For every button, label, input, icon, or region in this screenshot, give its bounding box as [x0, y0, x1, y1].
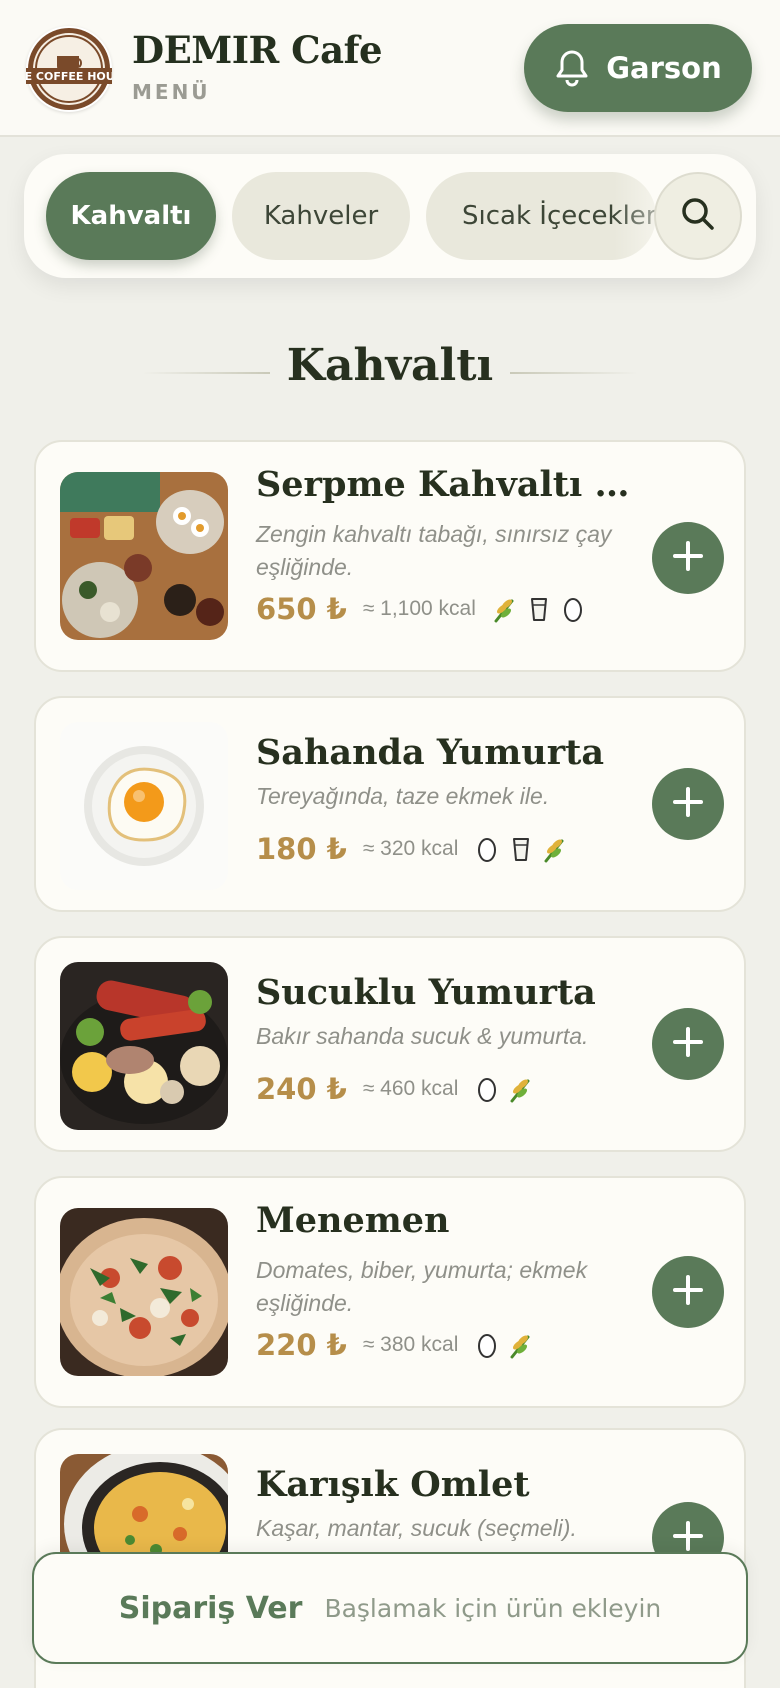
- wheat-icon: [542, 835, 568, 863]
- order-hint: Başlamak için ürün ekleyin: [324, 1593, 662, 1623]
- plus-icon: [671, 539, 705, 577]
- add-to-order-button[interactable]: [652, 522, 724, 594]
- item-meta: 240 ₺ ≈ 460 kcal: [256, 1072, 534, 1106]
- brand-subtitle: MENÜ: [132, 80, 211, 104]
- item-description: Kaşar, mantar, sucuk (seçmeli).: [256, 1515, 577, 1541]
- item-image: [60, 962, 228, 1130]
- item-meta: 650 ₺ ≈ 1,100 kcal: [256, 592, 586, 626]
- egg-icon: [474, 835, 500, 863]
- item-image: [60, 472, 228, 640]
- bell-icon: [554, 49, 590, 87]
- category-tab-kahvalti[interactable]: Kahvaltı: [46, 172, 216, 260]
- svg-text:THE COFFEE HOUSE: THE COFFEE HOUSE: [26, 70, 112, 83]
- item-price: 650 ₺: [256, 592, 347, 626]
- item-name: Karışık Omlet: [256, 1464, 530, 1505]
- call-waiter-label: Garson: [606, 51, 722, 85]
- wheat-icon: [508, 1075, 534, 1103]
- menu-item-card[interactable]: Serpme Kahvaltı (2 Kişilik) Zengin kahva…: [34, 440, 746, 672]
- allergen-list: [474, 1331, 534, 1359]
- wheat-icon: [508, 1331, 534, 1359]
- cafe-logo: THE COFFEE HOUSE: [26, 26, 112, 112]
- allergen-list: [492, 595, 586, 623]
- item-price: 240 ₺: [256, 1072, 347, 1106]
- item-price: 180 ₺: [256, 832, 347, 866]
- section-divider-right: [510, 372, 638, 374]
- app-header: THE COFFEE HOUSE DEMIR Cafe MENÜ Garson: [0, 0, 780, 137]
- wheat-icon: [492, 595, 518, 623]
- item-description: Tereyağında, taze ekmek ile.: [256, 783, 550, 809]
- plus-icon: [671, 1025, 705, 1063]
- plus-icon: [671, 785, 705, 823]
- place-order-label: Sipariş Ver: [118, 1590, 303, 1626]
- item-meta: 180 ₺ ≈ 320 kcal: [256, 832, 568, 866]
- egg-icon: [474, 1075, 500, 1103]
- item-image: [60, 1208, 228, 1376]
- menu-item-card[interactable]: Menemen Domates, biber, yumurta; ekmek e…: [34, 1176, 746, 1408]
- milk-icon: [508, 835, 534, 863]
- brand-title: DEMIR Cafe: [132, 28, 383, 72]
- egg-icon: [474, 1331, 500, 1359]
- section-title: Kahvaltı: [286, 340, 494, 391]
- category-tab-kahveler[interactable]: Kahveler: [232, 172, 410, 260]
- search-icon: [678, 194, 718, 238]
- item-calories: ≈ 1,100 kcal: [362, 597, 476, 620]
- add-to-order-button[interactable]: [652, 768, 724, 840]
- item-description: Bakır sahanda sucuk & yumurta.: [256, 1023, 589, 1049]
- place-order-bar[interactable]: Sipariş Ver Başlamak için ürün ekleyin: [32, 1552, 748, 1664]
- item-name: Sahanda Yumurta: [256, 732, 605, 773]
- item-description: Zengin kahvaltı tabağı, sınırsız çay eşl…: [256, 521, 612, 580]
- item-calories: ≈ 320 kcal: [362, 837, 459, 860]
- item-image: [60, 722, 228, 890]
- item-name: Serpme Kahvaltı (2 Kişilik): [256, 464, 636, 505]
- add-to-order-button[interactable]: [652, 1008, 724, 1080]
- category-bar: Kahvaltı Kahveler Sıcak İçecekler: [24, 154, 756, 278]
- add-to-order-button[interactable]: [652, 1256, 724, 1328]
- item-name: Menemen: [256, 1200, 450, 1241]
- menu-item-card[interactable]: Sahanda Yumurta Tereyağında, taze ekmek …: [34, 696, 746, 912]
- item-description: Domates, biber, yumurta; ekmek eşliğinde…: [256, 1257, 588, 1316]
- search-button[interactable]: [654, 172, 742, 260]
- item-calories: ≈ 460 kcal: [362, 1077, 459, 1100]
- item-price: 220 ₺: [256, 1328, 347, 1362]
- menu-item-card[interactable]: Sucuklu Yumurta Bakır sahanda sucuk & yu…: [34, 936, 746, 1152]
- call-waiter-button[interactable]: Garson: [524, 24, 752, 112]
- allergen-list: [474, 835, 568, 863]
- item-name: Sucuklu Yumurta: [256, 972, 596, 1013]
- allergen-list: [474, 1075, 534, 1103]
- item-calories: ≈ 380 kcal: [362, 1333, 459, 1356]
- plus-icon: [671, 1273, 705, 1311]
- milk-icon: [526, 595, 552, 623]
- egg-icon: [560, 595, 586, 623]
- item-meta: 220 ₺ ≈ 380 kcal: [256, 1328, 534, 1362]
